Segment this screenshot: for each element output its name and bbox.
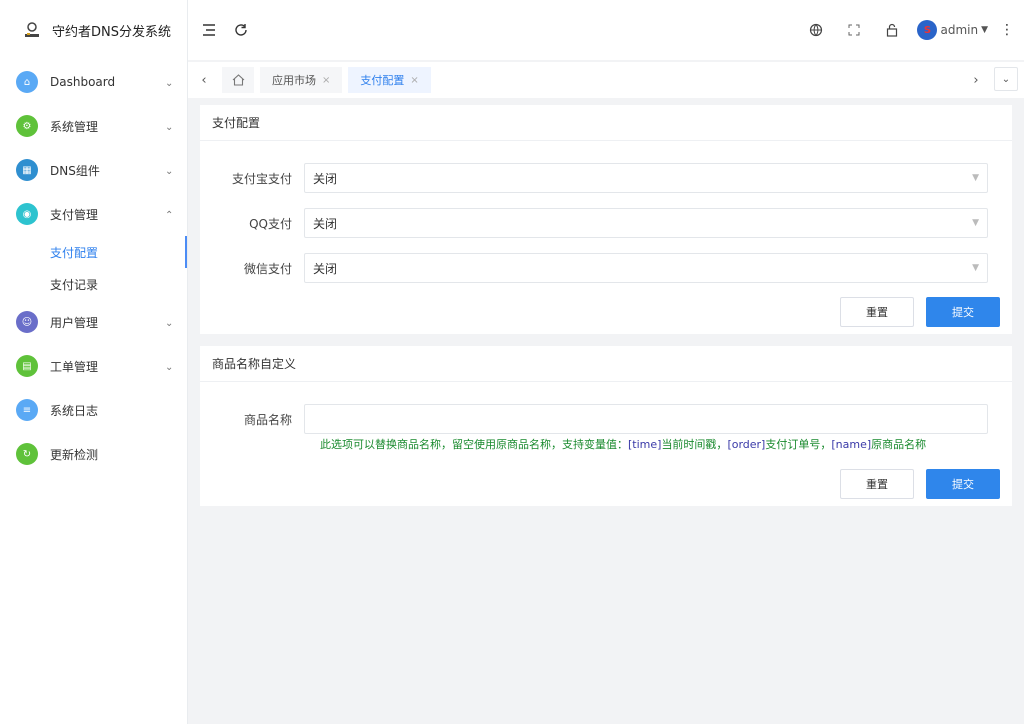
globe-icon[interactable] <box>803 17 829 43</box>
card-title: 商品名称自定义 <box>200 346 1012 382</box>
topbar: S admin ▼ ⋮ <box>188 0 1024 60</box>
tab-label: 应用市场 <box>272 74 316 87</box>
refresh-icon[interactable] <box>228 17 254 43</box>
sidebar-item-label: 系统日志 <box>50 403 99 418</box>
sidebar-item-dashboard[interactable]: ⌂ Dashboard ⌄ <box>0 60 187 104</box>
submit-button[interactable]: 提交 <box>926 297 1000 327</box>
user-menu[interactable]: S admin ▼ <box>917 20 988 40</box>
chevron-left-icon[interactable]: ‹ <box>192 67 216 93</box>
sidebar-item-label: DNS组件 <box>50 163 100 178</box>
hint-text: 此选项可以替换商品名称，留空使用原商品名称，支持变量值： <box>320 438 628 451</box>
fullscreen-icon[interactable] <box>841 17 867 43</box>
caret-down-icon: ▼ <box>972 218 979 228</box>
ticket-icon: ▤ <box>16 355 38 377</box>
sidebar: 守约者DNS分发系统 ⌂ Dashboard ⌄ ⚙ 系统管理 ⌄ ▦ DNS组… <box>0 0 188 724</box>
product-name-input[interactable] <box>304 404 988 434</box>
sidebar-item-logs[interactable]: ≡ 系统日志 <box>0 388 187 432</box>
close-icon[interactable]: × <box>410 75 418 86</box>
sidebar-item-system[interactable]: ⚙ 系统管理 ⌄ <box>0 104 187 148</box>
qqpay-label: QQ支付 <box>249 216 292 231</box>
chevron-down-icon: ⌄ <box>165 78 174 89</box>
home-tab-icon[interactable] <box>222 67 254 93</box>
lock-icon[interactable] <box>879 17 905 43</box>
sidebar-item-pay-config[interactable]: 支付配置 <box>0 236 187 268</box>
chevron-up-icon: ⌃ <box>165 210 174 221</box>
menu-toggle-icon[interactable] <box>196 17 222 43</box>
product-name-hint: 此选项可以替换商品名称，留空使用原商品名称，支持变量值：[time]当前时间戳，… <box>320 436 926 452</box>
alipay-label: 支付宝支付 <box>231 171 292 186</box>
chevron-down-icon: ⌄ <box>165 318 174 329</box>
sidebar-item-payment[interactable]: ◉ 支付管理 ⌃ <box>0 192 187 236</box>
tab-pay-config[interactable]: 支付配置 × <box>348 67 431 93</box>
log-icon: ≡ <box>16 399 38 421</box>
submit-button[interactable]: 提交 <box>926 469 1000 499</box>
home-icon: ⌂ <box>16 71 38 93</box>
caret-down-icon: ▼ <box>972 263 979 273</box>
select-value: 关闭 <box>313 171 338 186</box>
sidebar-item-update[interactable]: ↻ 更新检测 <box>0 432 187 476</box>
hint-var-order: [order] <box>727 438 766 451</box>
sidebar-item-label: 系统管理 <box>50 119 99 134</box>
tab-label: 支付配置 <box>360 74 405 87</box>
form-row-product-name: 商品名称 <box>200 404 1012 434</box>
close-icon[interactable]: × <box>322 75 330 86</box>
chevron-down-icon: ⌄ <box>165 362 174 373</box>
side-menu: ⌂ Dashboard ⌄ ⚙ 系统管理 ⌄ ▦ DNS组件 ⌄ ◉ 支付管理 … <box>0 60 187 476</box>
username: admin <box>940 23 979 37</box>
chevron-down-icon: ⌄ <box>165 166 174 177</box>
chevron-down-icon: ⌄ <box>165 122 174 133</box>
sidebar-item-label: 用户管理 <box>50 315 99 330</box>
brand: 守约者DNS分发系统 <box>0 0 187 60</box>
product-name-card: 商品名称自定义 商品名称 此选项可以替换商品名称，留空使用原商品名称，支持变量值… <box>200 346 1012 506</box>
form-row-alipay: 支付宝支付 关闭 ▼ <box>200 163 1012 193</box>
sidebar-item-tickets[interactable]: ▤ 工单管理 ⌄ <box>0 344 187 388</box>
caret-down-icon: ▼ <box>972 173 979 183</box>
gear-icon: ⚙ <box>16 115 38 137</box>
select-value: 关闭 <box>313 261 338 276</box>
reset-button[interactable]: 重置 <box>840 297 914 327</box>
select-value: 关闭 <box>313 216 338 231</box>
tabs-bar: ‹ 应用市场 × 支付配置 × › ⌄ <box>188 62 1024 98</box>
sidebar-item-pay-records[interactable]: 支付记录 <box>0 268 187 300</box>
payment-submenu: 支付配置 支付记录 <box>0 236 187 300</box>
chevron-down-icon[interactable]: ⌄ <box>994 67 1018 91</box>
wxpay-label: 微信支付 <box>243 261 292 276</box>
chevron-right-icon[interactable]: › <box>964 67 988 93</box>
logo-icon <box>22 20 42 40</box>
sidebar-item-label: 更新检测 <box>50 447 99 462</box>
wxpay-select[interactable]: 关闭 ▼ <box>304 253 988 283</box>
sidebar-item-label: 工单管理 <box>50 359 99 374</box>
avatar: S <box>917 20 938 40</box>
hint-var-name: [name] <box>831 438 872 451</box>
pay-icon: ◉ <box>16 203 38 225</box>
alipay-select[interactable]: 关闭 ▼ <box>304 163 988 193</box>
hint-text: 原商品名称 <box>871 438 927 451</box>
form-row-qqpay: QQ支付 关闭 ▼ <box>200 208 1012 238</box>
reset-button[interactable]: 重置 <box>840 469 914 499</box>
card-title: 支付配置 <box>200 105 1012 141</box>
hint-text: 支付订单号， <box>765 438 832 451</box>
form-row-wxpay: 微信支付 关闭 ▼ <box>200 253 1012 283</box>
sidebar-item-users[interactable]: ☺ 用户管理 ⌄ <box>0 300 187 344</box>
brand-title: 守约者DNS分发系统 <box>52 24 171 40</box>
caret-down-icon: ▼ <box>981 25 988 35</box>
product-name-label: 商品名称 <box>243 412 292 427</box>
qqpay-select[interactable]: 关闭 ▼ <box>304 208 988 238</box>
hint-var-time: [time] <box>628 438 662 451</box>
grid-icon: ▦ <box>16 159 38 181</box>
user-icon: ☺ <box>16 311 38 333</box>
more-icon[interactable]: ⋮ <box>1000 17 1014 43</box>
sidebar-item-label: 支付管理 <box>50 207 99 222</box>
update-icon: ↻ <box>16 443 38 465</box>
pay-config-card: 支付配置 支付宝支付 关闭 ▼ QQ支付 关闭 ▼ 微信支付 关闭 ▼ 重置 提… <box>200 105 1012 334</box>
tab-app-market[interactable]: 应用市场 × <box>260 67 343 93</box>
sidebar-item-dns[interactable]: ▦ DNS组件 ⌄ <box>0 148 187 192</box>
hint-text: 当前时间戳， <box>661 438 728 451</box>
sidebar-item-label: Dashboard <box>50 75 116 89</box>
